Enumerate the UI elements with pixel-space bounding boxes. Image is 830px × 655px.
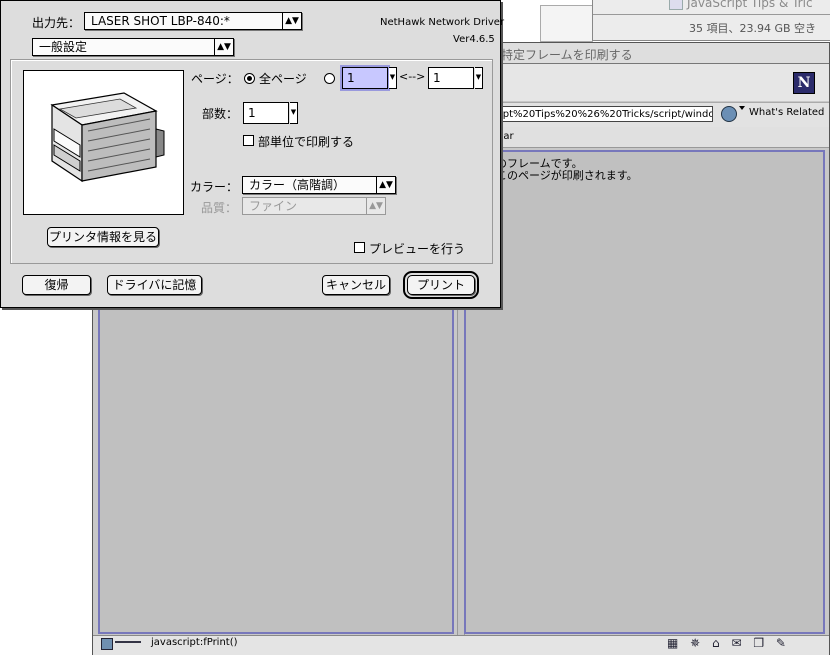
color-select[interactable]: カラー（高階調） ▲▼: [242, 176, 396, 194]
whats-related-button[interactable]: What's Related: [749, 107, 824, 118]
printer-select[interactable]: LASER SHOT LBP-840:* ▲▼: [84, 12, 302, 30]
preview-label[interactable]: プレビューを行う: [369, 240, 465, 257]
cancel-button[interactable]: キャンセル: [322, 275, 390, 295]
collate-checkbox[interactable]: [243, 135, 254, 146]
popup-arrows-icon: ▲▼: [282, 13, 301, 29]
printer-info-button[interactable]: プリンタ情報を見る: [47, 227, 159, 247]
save-to-driver-button[interactable]: ドライバに記憶: [107, 275, 202, 295]
frame-text-line: このページが印刷されます。: [496, 169, 638, 182]
component-bar-icons[interactable]: ▦ ✵ ⌂ ✉ ❐ ✎: [667, 636, 790, 650]
printer-select-value: LASER SHOT LBP-840:*: [91, 14, 230, 28]
copies-input[interactable]: 1: [243, 102, 289, 124]
finder-info: 35 項目、23.94 GB 空き: [689, 22, 817, 35]
finder-title: JavaScript Tips & Tric: [601, 0, 830, 10]
printer-illustration: [23, 70, 184, 215]
collate-label[interactable]: 部単位で印刷する: [258, 133, 354, 150]
lock-icon[interactable]: [101, 638, 113, 650]
popup-arrows-icon: ▲▼: [214, 39, 233, 55]
page-to-input[interactable]: 1: [428, 67, 474, 89]
settings-popup-value: 一般設定: [39, 40, 88, 54]
page-range-radio[interactable]: [324, 73, 335, 84]
connection-icon: [115, 641, 141, 649]
preview-checkbox[interactable]: [354, 242, 365, 253]
browser-title: 特定フレームを印刷する: [501, 48, 633, 62]
settings-popup[interactable]: 一般設定 ▲▼: [32, 38, 234, 56]
destination-label: 出力先：: [32, 16, 81, 30]
color-select-value: カラー（高階調）: [249, 178, 346, 192]
page-from-input[interactable]: 1: [340, 65, 390, 91]
background-window-edge: [540, 5, 593, 42]
popup-arrows-icon: ▲▼: [366, 198, 385, 214]
page-range-separator: <-->: [399, 70, 426, 83]
url-input[interactable]: ipt%20Tips%20%26%20Tricks/script/windo: [497, 106, 713, 122]
color-label: カラー：: [190, 180, 239, 194]
driver-version: Ver4.6.5: [453, 34, 495, 45]
globe-icon[interactable]: [721, 106, 737, 122]
all-pages-label[interactable]: 全ページ: [259, 70, 307, 87]
page-to-stepper[interactable]: ▼: [475, 67, 483, 89]
quality-label: 品質：: [201, 201, 238, 215]
restore-button[interactable]: 復帰: [22, 275, 91, 295]
driver-name: NetHawk Network Driver: [380, 17, 505, 28]
finder-title-text: JavaScript Tips & Tric: [687, 0, 813, 10]
netscape-logo-icon[interactable]: N: [793, 72, 815, 94]
pages-label: ページ：: [191, 72, 239, 86]
folder-icon: [669, 0, 683, 10]
print-button[interactable]: プリント: [403, 271, 479, 299]
finder-window[interactable]: JavaScript Tips & Tric 35 項目、23.94 GB 空き: [592, 0, 830, 41]
finder-divider: [593, 14, 830, 15]
quality-select-value: ファイン: [249, 199, 298, 213]
copies-label: 部数：: [202, 107, 239, 121]
copies-stepper[interactable]: ▼: [290, 102, 298, 124]
right-frame[interactable]: のフレームです。 このページが印刷されます。: [464, 150, 825, 634]
popup-arrows-icon: ▲▼: [376, 177, 395, 193]
quality-select: ファイン ▲▼: [242, 197, 386, 215]
print-dialog[interactable]: 出力先： LASER SHOT LBP-840:* ▲▼ NetHawk Net…: [0, 0, 505, 308]
chevron-down-icon[interactable]: [739, 106, 745, 110]
all-pages-radio[interactable]: [244, 73, 255, 84]
status-text: javascript:fPrint(): [151, 637, 238, 648]
page-from-stepper[interactable]: ▼: [389, 67, 397, 89]
